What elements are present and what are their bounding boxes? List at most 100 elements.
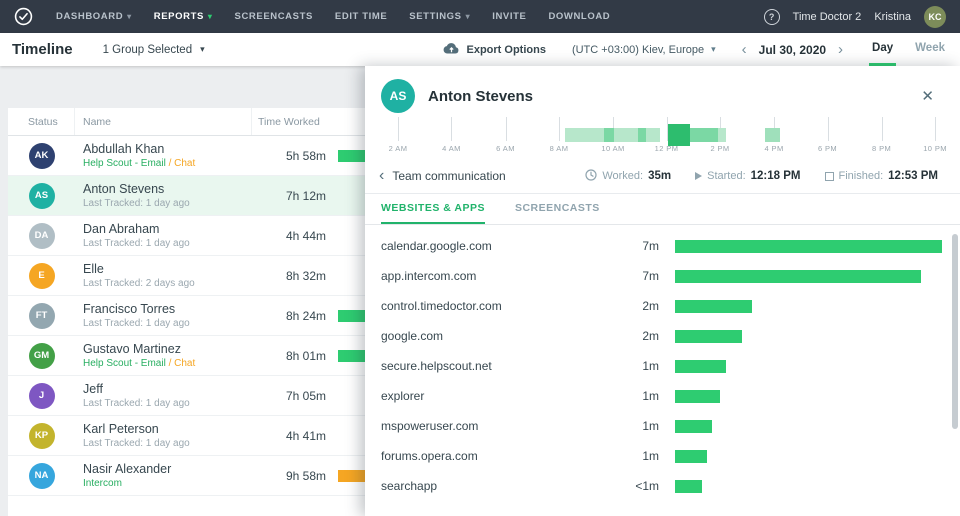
usage-bar — [675, 450, 707, 463]
group-selector-label: 1 Group Selected — [103, 44, 193, 56]
main-content: Status Name Time Worked AK Abdullah Khan… — [0, 66, 960, 516]
time-worked-value: 8h 24m — [252, 309, 338, 323]
nav-item-edit-time[interactable]: EDIT TIME — [324, 0, 398, 33]
user-row-subtitle-2: / Chat — [169, 358, 196, 369]
website-time: 1m — [619, 389, 659, 403]
finished-stat: Finished: 12:53 PM — [825, 170, 939, 182]
avatar: NA — [29, 463, 55, 489]
website-name: secure.helpscout.net — [381, 359, 619, 373]
avatar: GM — [29, 343, 55, 369]
avatar: AS — [29, 183, 55, 209]
started-stat: Started: 12:18 PM — [695, 170, 800, 182]
nav-item-label: REPORTS — [154, 11, 204, 22]
usage-bar — [675, 390, 720, 403]
time-worked-value: 5h 58m — [252, 149, 338, 163]
timeline-tick: 2 AM — [398, 117, 399, 141]
activity-segment[interactable] — [718, 128, 726, 142]
user-row-subtitle: Last Tracked: 1 day ago — [83, 318, 190, 329]
nav-item-label: INVITE — [492, 11, 526, 22]
scrollbar-thumb[interactable] — [952, 234, 958, 429]
nav-item-label: DOWNLOAD — [548, 11, 610, 22]
caret-down-icon: ▾ — [208, 13, 213, 21]
timeline-tick: 4 AM — [451, 117, 452, 141]
user-name[interactable]: Kristina — [874, 11, 911, 23]
prev-day-button[interactable]: ‹ — [742, 42, 747, 57]
user-row-subtitle: Intercom — [83, 478, 122, 489]
website-time: 7m — [619, 239, 659, 253]
close-icon[interactable]: ✕ — [917, 83, 938, 109]
task-summary-row: ‹ Team communication Worked: 35m Started… — [365, 163, 960, 194]
usage-bar — [675, 360, 726, 373]
user-row-name: Karl Peterson — [83, 422, 252, 436]
avatar: DA — [29, 223, 55, 249]
group-selector[interactable]: 1 Group Selected ▾ — [103, 44, 205, 56]
next-day-button[interactable]: › — [838, 42, 843, 57]
user-row-subtitle: Help Scout - Email — [83, 358, 169, 369]
usage-bar — [675, 240, 942, 253]
website-name: forums.opera.com — [381, 449, 619, 463]
started-label: Started: — [707, 170, 746, 182]
view-toggle-week[interactable]: Week — [912, 33, 948, 66]
started-value: 12:18 PM — [751, 170, 801, 182]
top-navbar: DASHBOARD ▾ REPORTS ▾ SCREENCASTS EDIT T… — [0, 0, 960, 33]
nav-item-screencasts[interactable]: SCREENCASTS — [224, 0, 324, 33]
nav-item-dashboard[interactable]: DASHBOARD ▾ — [45, 0, 143, 33]
website-time: 7m — [619, 269, 659, 283]
time-doctor-logo[interactable] — [14, 7, 33, 26]
website-name: mspoweruser.com — [381, 419, 619, 433]
export-options-button[interactable]: Export Options — [443, 42, 546, 57]
websites-list: calendar.google.com 7m app.intercom.com … — [365, 225, 960, 516]
current-date[interactable]: Jul 30, 2020 — [759, 43, 826, 57]
user-row-name: Elle — [83, 262, 252, 276]
user-avatar[interactable]: KC — [924, 6, 946, 28]
user-detail-panel: AS Anton Stevens ✕ 2 AM 4 AM 6 AM 8 AM 1… — [365, 66, 960, 516]
caret-down-icon: ▾ — [200, 45, 205, 54]
nav-item-settings[interactable]: SETTINGS ▾ — [398, 0, 481, 33]
usage-bar — [675, 330, 742, 343]
help-icon[interactable]: ? — [764, 9, 780, 25]
time-worked-value: 8h 32m — [252, 269, 338, 283]
time-worked-value: 7h 12m — [252, 189, 338, 203]
avatar: KP — [29, 423, 55, 449]
website-time: 1m — [619, 359, 659, 373]
user-row-subtitle-2: / Chat — [169, 158, 196, 169]
timeline-tick: 6 PM — [828, 117, 829, 141]
header-status: Status — [8, 108, 75, 135]
nav-item-download[interactable]: DOWNLOAD — [537, 0, 621, 33]
usage-bar — [675, 420, 712, 433]
avatar: FT — [29, 303, 55, 329]
tab-websites-apps[interactable]: WEBSITES & APPS — [381, 194, 485, 224]
nav-item-label: EDIT TIME — [335, 11, 387, 22]
worked-label: Worked: — [602, 170, 643, 182]
website-name: explorer — [381, 389, 619, 403]
usage-bar — [675, 480, 702, 493]
avatar: AK — [29, 143, 55, 169]
header-time-worked: Time Worked — [252, 108, 338, 135]
back-icon[interactable]: ‹ — [379, 168, 384, 184]
timeline-tick: 10 PM — [935, 117, 936, 141]
user-row-subtitle: Last Tracked: 2 days ago — [83, 278, 195, 289]
activity-segment[interactable] — [638, 128, 646, 142]
user-row-name: Jeff — [83, 382, 252, 396]
nav-item-label: SCREENCASTS — [235, 11, 313, 22]
activity-segment[interactable] — [765, 128, 780, 142]
website-row: secure.helpscout.net 1m — [365, 351, 960, 381]
timeline-tick: 8 PM — [882, 117, 883, 141]
checkbox-icon — [825, 172, 834, 181]
user-row-name: Francisco Torres — [83, 302, 252, 316]
activity-segment[interactable] — [690, 128, 718, 142]
timezone-selector[interactable]: (UTC +03:00) Kiev, Europe ▾ — [572, 44, 716, 56]
workspace-name[interactable]: Time Doctor 2 — [793, 11, 862, 23]
activity-segment[interactable] — [604, 128, 614, 142]
nav-item-reports[interactable]: REPORTS ▾ — [143, 0, 224, 33]
user-row-name: Anton Stevens — [83, 182, 252, 196]
nav-item-invite[interactable]: INVITE — [481, 0, 537, 33]
website-name: google.com — [381, 329, 619, 343]
clock-icon — [585, 169, 597, 184]
export-options-label: Export Options — [467, 44, 546, 56]
tab-screencasts[interactable]: SCREENCASTS — [515, 194, 600, 224]
worked-value: 35m — [648, 170, 671, 182]
view-toggle-day[interactable]: Day — [869, 33, 896, 66]
website-row: forums.opera.com 1m — [365, 441, 960, 471]
activity-segment-selected[interactable] — [668, 124, 690, 146]
